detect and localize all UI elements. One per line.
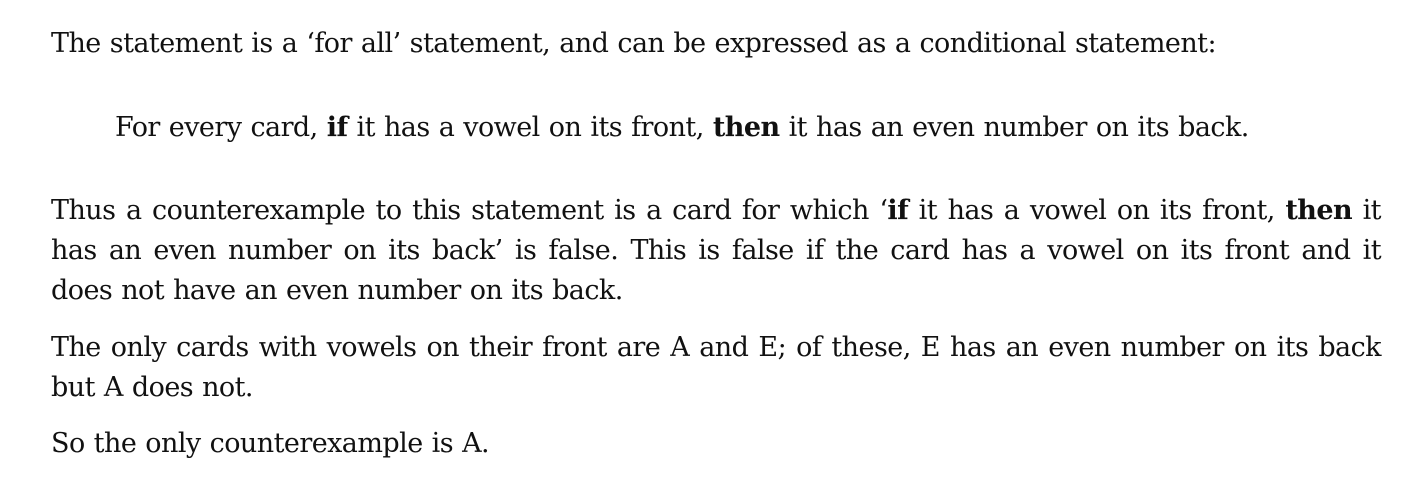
counterexample-paragraph: Thus a counterexample to this statement … — [51, 191, 1382, 311]
conditional-text-a: For every card, — [115, 112, 327, 143]
vowel-cards-paragraph: The only cards with vowels on their fron… — [51, 328, 1382, 408]
keyword-if-2: if — [887, 195, 909, 226]
conclusion-paragraph: So the only counterexample is A. — [51, 424, 1381, 464]
vowel-cards-text: The only cards with vowels on their fron… — [51, 332, 1382, 403]
keyword-then: then — [712, 112, 780, 143]
intro-paragraph: The statement is a ‘for all’ statement, … — [51, 24, 1381, 64]
conclusion-text: So the only counterexample is A. — [51, 428, 490, 459]
intro-text: The statement is a ‘for all’ statement, … — [51, 28, 1217, 59]
counterexample-text-c: it has a vowel on its front, — [908, 195, 1286, 226]
conditional-statement: For every card, if it has a vowel on its… — [115, 108, 1381, 148]
conditional-text-c: it has a vowel on its front, — [347, 112, 713, 143]
counterexample-text-a: Thus a counterexample to this statement … — [51, 195, 888, 226]
keyword-then-2: then — [1285, 195, 1353, 226]
conditional-text-d: it has an even number on its back. — [779, 112, 1250, 143]
keyword-if: if — [326, 112, 348, 143]
